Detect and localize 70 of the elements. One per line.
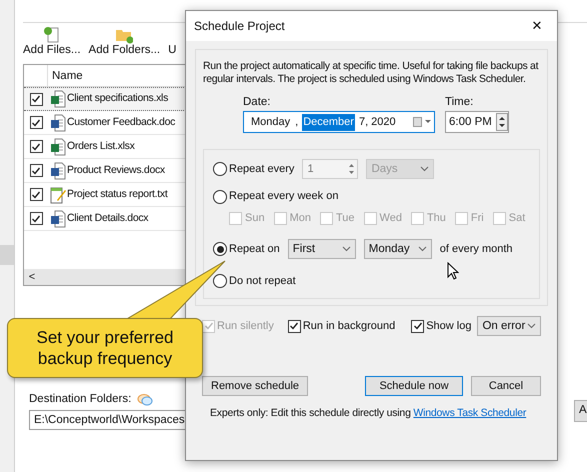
chevron-down-icon — [342, 246, 351, 252]
scroll-left-button[interactable]: < — [24, 268, 40, 286]
day-label: Mon — [290, 210, 311, 226]
document-icon — [50, 162, 66, 180]
checkbox-label: Show log — [426, 319, 472, 334]
log-dropdown[interactable]: On error — [477, 316, 541, 336]
checkbox[interactable] — [30, 92, 42, 106]
file-name: Project status report.txt — [67, 186, 168, 202]
description-text: Run the project automatically at specific time. Useful for taking file backups at regular intervals. The project is scheduled using Windows Task Scheduler. — [203, 60, 540, 86]
toolbar-button[interactable]: U — [168, 26, 176, 60]
checkbox[interactable] — [30, 140, 42, 153]
column-header[interactable]: Name — [48, 65, 87, 86]
day-label: Wed — [380, 210, 402, 226]
day-label: Tue — [336, 210, 355, 226]
checkbox-label: Run in background — [302, 319, 396, 334]
file-name: Client specifications.xls — [67, 91, 168, 106]
day-label: Sun — [245, 210, 265, 226]
day-label: Thu — [426, 210, 446, 226]
radio-button[interactable] — [213, 190, 227, 204]
week-dropdown[interactable]: First — [288, 239, 356, 260]
checkbox[interactable] — [411, 320, 424, 333]
checkbox[interactable] — [30, 212, 42, 225]
footer-text: Experts only: Edit this schedule directly using Windows Task Scheduler — [209, 406, 528, 422]
date-segment[interactable]: , — [294, 114, 300, 130]
field-label: Destination Folders: — [29, 392, 132, 407]
document-icon — [50, 210, 66, 228]
speech-bubble-icon — [137, 392, 154, 407]
dialog-button[interactable]: Remove schedule — [202, 376, 308, 396]
date-segment[interactable]: 7, 2020 — [358, 114, 397, 130]
checkbox[interactable] — [30, 164, 42, 177]
checkbox[interactable] — [30, 116, 42, 129]
checkbox[interactable] — [288, 320, 301, 333]
chevron-down-icon — [420, 166, 430, 172]
dialog-button[interactable]: Cancel — [471, 376, 541, 396]
toolbar-button[interactable]: Add Files... — [23, 26, 81, 60]
toolbar-button[interactable]: Add Folders... — [88, 26, 160, 60]
day-label: Sat — [508, 210, 526, 226]
time-field[interactable]: 6:00 PM — [445, 111, 509, 134]
date-label: Date: — [243, 95, 272, 110]
file-name: Customer Feedback.doc — [67, 114, 176, 130]
day-label: Fri — [470, 210, 484, 226]
weekday-dropdown[interactable]: Monday — [364, 239, 432, 260]
file-name: Client Details.docx — [67, 210, 148, 226]
notepad-icon — [50, 186, 66, 204]
document-icon — [50, 90, 66, 108]
checkbox-label: Run silently — [217, 319, 274, 334]
document-icon — [50, 114, 66, 132]
add-file-icon — [42, 26, 61, 44]
date-segment[interactable]: December — [302, 114, 355, 130]
window-title: Schedule Project — [194, 18, 285, 35]
document-icon — [50, 138, 66, 156]
spinner-icon[interactable] — [496, 113, 508, 132]
file-name: Orders List.xlsx — [67, 138, 135, 154]
cursor-icon — [447, 262, 459, 280]
file-name: Product Reviews.docx — [67, 162, 165, 178]
time-label: Time: — [445, 95, 474, 110]
radio-button[interactable] — [213, 242, 227, 256]
calendar-icon — [413, 117, 431, 128]
date-picker[interactable]: Monday , December 7, 2020 — [243, 111, 435, 134]
checkbox[interactable] — [30, 188, 42, 201]
callout-text: Set your preferred backup frequency — [35, 327, 174, 369]
radio-label: Repeat on — [229, 242, 280, 257]
dialog-button[interactable]: Schedule now — [365, 376, 463, 396]
task-scheduler-link[interactable]: Windows Task Scheduler — [413, 407, 526, 420]
radio-button[interactable] — [213, 274, 227, 288]
suffix-text: of every month — [440, 242, 513, 257]
chevron-down-icon — [418, 246, 427, 252]
add-button[interactable]: A — [574, 400, 587, 422]
chevron-down-icon — [527, 323, 536, 330]
close-button[interactable]: ✕ — [525, 16, 549, 36]
